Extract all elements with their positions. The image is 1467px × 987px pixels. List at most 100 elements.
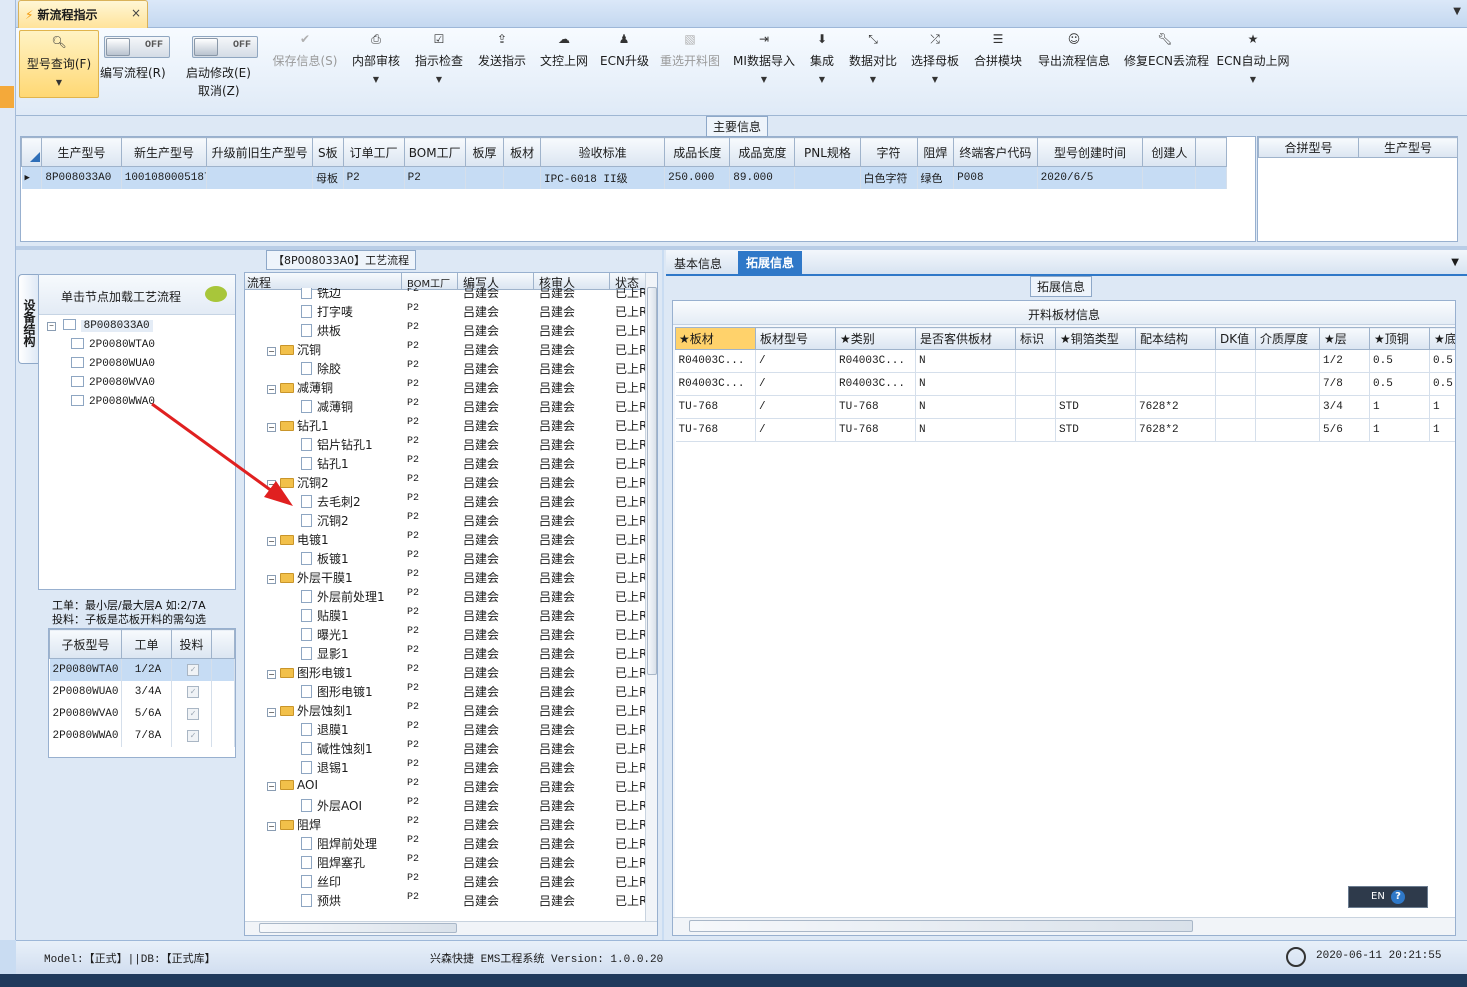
write-flow-toggle[interactable]: OFF xyxy=(104,36,170,58)
side-tab-structure[interactable]: 设备结构 xyxy=(18,274,38,364)
material-horizontal-scrollbar[interactable] xyxy=(673,917,1455,935)
export-flow-button[interactable]: ☺ 导出流程信息 xyxy=(1036,28,1112,114)
col-header[interactable]: ★板材 xyxy=(675,327,756,350)
cell[interactable]: TU-768 xyxy=(835,395,916,419)
collapse-icon[interactable]: − xyxy=(267,423,276,432)
flow-row[interactable]: 打字唛 P2 吕建会 吕建会 已上R xyxy=(245,301,645,320)
ime-toolbar[interactable]: EN ? xyxy=(1348,886,1428,908)
tree-root[interactable]: − 8P008033A0 xyxy=(47,319,227,338)
col-header[interactable]: 板厚 xyxy=(464,137,505,167)
col-header[interactable]: S板 xyxy=(312,137,344,167)
cell[interactable]: / xyxy=(755,418,836,442)
table-row[interactable]: 2P0080WTA0 1/2A ✓ xyxy=(49,658,235,681)
col-header[interactable]: PNL规格 xyxy=(794,137,861,167)
ecn-upgrade-button[interactable]: ♟ ECN升级 xyxy=(600,28,649,114)
cell-width[interactable]: 89.000 xyxy=(729,166,796,189)
tree-node[interactable]: 2P0080WWA0 xyxy=(47,395,227,414)
cell[interactable]: / xyxy=(755,349,836,373)
col-header[interactable]: ★底 xyxy=(1429,327,1455,350)
cell[interactable] xyxy=(1255,372,1320,396)
integrate-button[interactable]: ⬇ 集成 ▼ xyxy=(806,28,838,114)
col-header[interactable]: 子板型号 xyxy=(49,629,122,659)
cell[interactable]: 1 xyxy=(1369,418,1430,442)
cell-char[interactable]: 白色字符 xyxy=(860,166,918,189)
cell[interactable]: R04003C... xyxy=(675,349,756,373)
flow-horizontal-scrollbar[interactable] xyxy=(245,921,657,935)
col-header[interactable]: ★类别 xyxy=(835,327,916,350)
cell[interactable]: 1 xyxy=(1429,418,1455,442)
cell[interactable]: 0.5 xyxy=(1429,349,1455,373)
table-row[interactable]: R04003C... / R04003C... N 7/8 0.5 0.5 xyxy=(675,372,1455,396)
collapse-icon[interactable]: − xyxy=(267,708,276,717)
cell[interactable] xyxy=(1255,418,1320,442)
tree-node[interactable]: 2P0080WVA0 xyxy=(47,376,227,395)
cell[interactable] xyxy=(1055,349,1136,373)
cell[interactable]: / xyxy=(755,395,836,419)
cell[interactable]: 1 xyxy=(1429,395,1455,419)
collapse-icon[interactable]: − xyxy=(267,822,276,831)
cell-new-prod[interactable]: 10010800051879 xyxy=(121,166,208,189)
model-search-button[interactable]: 🔍︎ 型号查询(F) ▼ xyxy=(19,30,99,98)
col-header[interactable]: ★铜箔类型 xyxy=(1055,327,1136,350)
cell-pnl[interactable] xyxy=(794,166,861,189)
flow-row[interactable]: 外层AOI P2 吕建会 吕建会 已上R xyxy=(245,795,645,814)
cell[interactable]: 7/8 xyxy=(1319,372,1370,396)
flow-row[interactable]: 显影1 P2 吕建会 吕建会 已上R xyxy=(245,643,645,662)
cell[interactable]: 1/2 xyxy=(1319,349,1370,373)
flow-row[interactable]: 铣边 P2 吕建会 吕建会 已上R xyxy=(245,288,645,301)
flow-row[interactable]: − 外层蚀刻1 P2 吕建会 吕建会 已上R xyxy=(245,700,645,719)
flow-row[interactable]: 丝印 P2 吕建会 吕建会 已上R xyxy=(245,871,645,890)
cell[interactable]: 0.5 xyxy=(1429,372,1455,396)
table-row[interactable]: 2P0080WUA0 3/4A ✓ xyxy=(49,680,235,703)
cell-standard[interactable]: IPC-6018 II级 xyxy=(540,166,666,189)
cell[interactable]: 1 xyxy=(1369,395,1430,419)
cell-client[interactable]: P008 xyxy=(953,166,1038,189)
cell[interactable]: 7628*2 xyxy=(1135,418,1216,442)
cell[interactable] xyxy=(1135,372,1216,396)
save-info-button[interactable]: ✔ 保存信息(S) xyxy=(270,28,340,114)
col-header[interactable]: 工单 xyxy=(121,629,172,659)
cell[interactable]: TU-768 xyxy=(835,418,916,442)
col-header[interactable]: 新生产型号 xyxy=(120,137,208,167)
flow-row[interactable]: 阻焊塞孔 P2 吕建会 吕建会 已上R xyxy=(245,852,645,871)
start-edit-toggle[interactable]: OFF xyxy=(192,36,258,58)
scroll-thumb[interactable] xyxy=(259,923,457,933)
cell[interactable] xyxy=(1255,349,1320,373)
col-header[interactable]: 投料 xyxy=(171,629,212,659)
flow-vertical-scrollbar[interactable] xyxy=(645,273,657,921)
cell[interactable]: 7628*2 xyxy=(1135,395,1216,419)
flow-row[interactable]: 退锡1 P2 吕建会 吕建会 已上R xyxy=(245,757,645,776)
tree-node[interactable]: 2P0080WUA0 xyxy=(47,357,227,376)
table-row[interactable]: TU-768/TU-768 N STD 7628*2 5/6 1 1 xyxy=(675,418,1455,442)
flow-row[interactable]: 沉铜2 P2 吕建会 吕建会 已上R xyxy=(245,510,645,529)
col-header[interactable]: 生产型号 xyxy=(1358,137,1458,158)
cell-sboard[interactable]: 母板 xyxy=(312,166,344,189)
collapse-icon[interactable]: − xyxy=(267,670,276,679)
cell[interactable]: N xyxy=(915,372,1016,396)
col-header[interactable]: 验收标准 xyxy=(539,137,666,167)
cell[interactable]: R04003C... xyxy=(835,372,916,396)
ecn-auto-button[interactable]: ★ ECN自动上网 ▼ xyxy=(1216,28,1290,114)
cell[interactable]: 5/6 xyxy=(1319,418,1370,442)
checkbox[interactable]: ✓ xyxy=(187,729,199,742)
cell[interactable]: N xyxy=(915,418,1016,442)
col-header[interactable]: 配本结构 xyxy=(1135,327,1216,350)
scroll-thumb[interactable] xyxy=(689,920,1193,932)
col-header[interactable]: 字符 xyxy=(859,137,918,167)
flow-row[interactable]: − AOI P2 吕建会 吕建会 已上R xyxy=(245,776,645,795)
table-row[interactable]: 2P0080WWA0 7/8A ✓ xyxy=(49,724,235,747)
checkbox[interactable]: ✓ xyxy=(187,707,199,720)
cancel-button[interactable]: 取消(Z) xyxy=(198,82,240,99)
flow-row[interactable]: 预烘 P2 吕建会 吕建会 已上R xyxy=(245,890,645,909)
flow-row[interactable]: 铝片钻孔1 P2 吕建会 吕建会 已上R xyxy=(245,434,645,453)
col-header[interactable]: 生产型号 xyxy=(41,137,122,167)
cell-prod[interactable]: 8P008033A0 xyxy=(41,166,122,189)
table-row[interactable]: 2P0080WVA0 5/6A ✓ xyxy=(49,702,235,725)
cell[interactable] xyxy=(1015,395,1056,419)
flow-row[interactable]: − 阻焊 P2 吕建会 吕建会 已上R xyxy=(245,814,645,833)
col-header[interactable]: 板材 xyxy=(503,137,541,167)
flow-row[interactable]: 烘板 P2 吕建会 吕建会 已上R xyxy=(245,320,645,339)
cell[interactable] xyxy=(1015,418,1056,442)
col-header[interactable]: 合拼型号 xyxy=(1258,137,1359,158)
flow-row[interactable]: 除胶 P2 吕建会 吕建会 已上R xyxy=(245,358,645,377)
